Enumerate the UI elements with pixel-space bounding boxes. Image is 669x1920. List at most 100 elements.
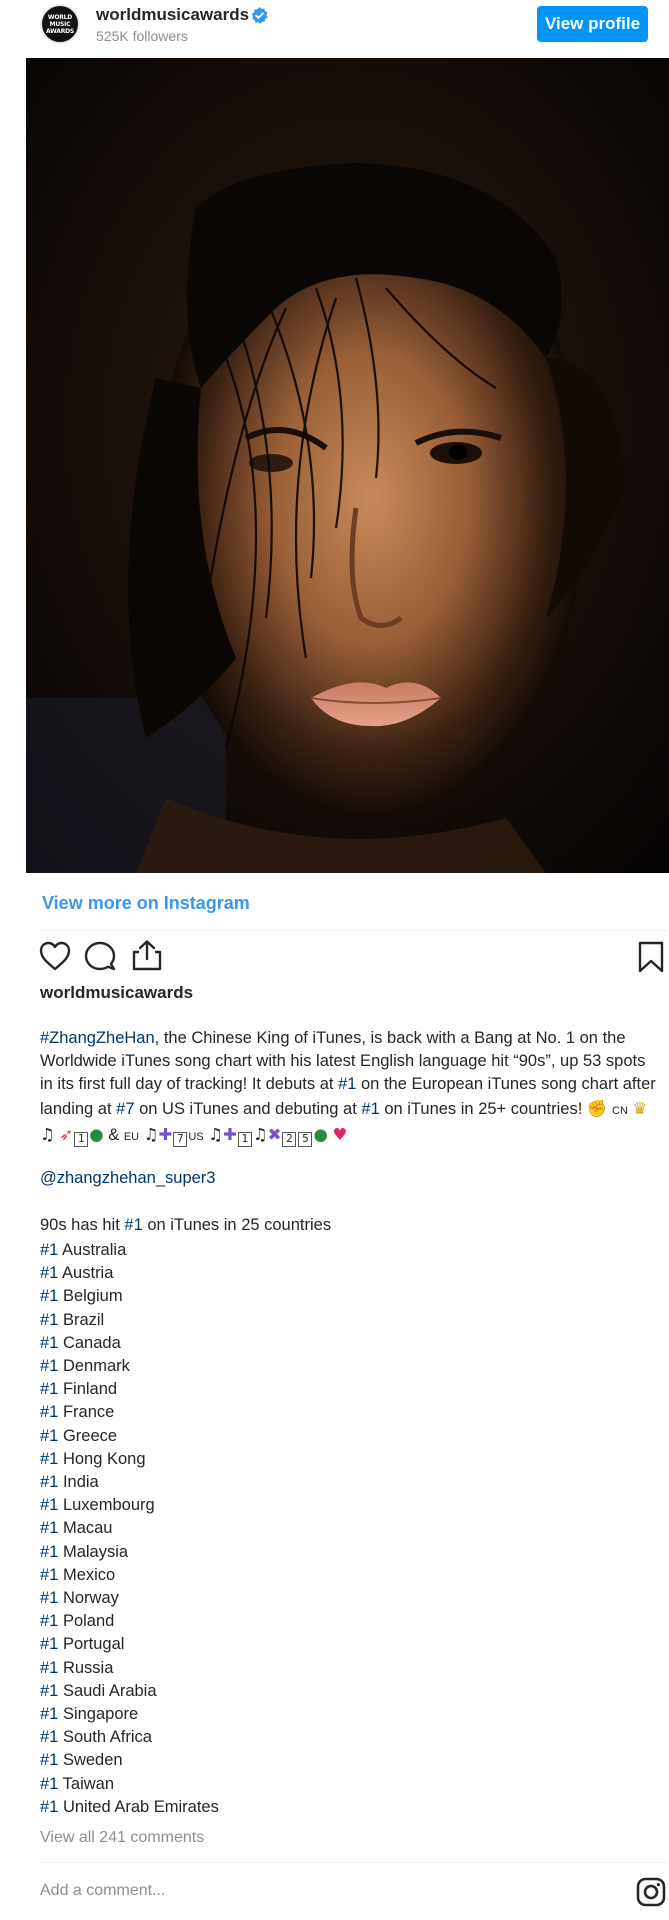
- post-caption: #ZhangZheHan, the Chinese King of iTunes…: [40, 1029, 656, 1147]
- country-name: Hong Kong: [62, 1449, 146, 1468]
- bookmark-icon[interactable]: [637, 940, 665, 974]
- country-list-item: #1 Sweden: [40, 1749, 219, 1772]
- post-photo[interactable]: [26, 58, 669, 873]
- country-name: Australia: [62, 1241, 127, 1259]
- list-intro-text: on iTunes in 25 countries: [142, 1216, 332, 1234]
- country-name: Russia: [62, 1658, 114, 1677]
- hashtag-link[interactable]: #1: [40, 1775, 58, 1793]
- country-name: India: [62, 1473, 99, 1492]
- view-profile-button[interactable]: View profile: [537, 6, 648, 42]
- country-list-item: #1 Malaysia: [40, 1541, 219, 1564]
- view-all-comments-link[interactable]: View all 241 comments: [40, 1829, 204, 1847]
- caption-text: on US iTunes and debuting at: [134, 1099, 362, 1118]
- list-intro-text: 90s has hit: [40, 1216, 125, 1234]
- hashtag-link[interactable]: #1: [40, 1311, 58, 1329]
- avatar-text-line: AWARDS: [45, 27, 75, 35]
- country-list-item: #1 Singapore: [40, 1703, 219, 1726]
- hashtag-link[interactable]: #1: [40, 1287, 58, 1305]
- hashtag-link[interactable]: #1: [40, 1543, 58, 1561]
- follower-count: 525K followers: [96, 28, 188, 44]
- hashtag-link[interactable]: #1: [40, 1334, 58, 1352]
- country-name: Malaysia: [62, 1542, 129, 1561]
- keycap-emoji: 1: [237, 1131, 252, 1147]
- comment-icon[interactable]: [83, 940, 117, 972]
- hashtag-link[interactable]: #1: [40, 1264, 58, 1282]
- hashtag-link[interactable]: #1: [338, 1075, 356, 1093]
- hashtag-link[interactable]: #1: [40, 1496, 58, 1514]
- country-list-item: #1 Poland: [40, 1610, 219, 1633]
- hashtag-link[interactable]: #1: [40, 1357, 58, 1375]
- country-name: Singapore: [62, 1705, 139, 1724]
- hashtag-link[interactable]: #1: [40, 1612, 58, 1630]
- add-comment-input[interactable]: Add a comment...: [40, 1882, 165, 1900]
- hashtag-link[interactable]: #1: [40, 1473, 58, 1491]
- heart-icon[interactable]: [38, 940, 72, 972]
- instagram-logo-icon[interactable]: [636, 1877, 666, 1907]
- country-name: Sweden: [62, 1751, 123, 1770]
- hashtag-link[interactable]: #1: [40, 1519, 58, 1537]
- country-name: Denmark: [62, 1357, 130, 1376]
- country-name: Norway: [62, 1589, 119, 1608]
- music-note-emoji: ♫: [252, 1124, 268, 1144]
- country-list-item: #1 Luxembourg: [40, 1494, 219, 1517]
- eu-flag-emoji: EU: [123, 1130, 140, 1143]
- country-list-item: #1 Australia: [40, 1239, 219, 1262]
- hashtag-link[interactable]: #1: [40, 1380, 58, 1398]
- profile-username[interactable]: worldmusicawards: [96, 5, 249, 25]
- instagram-embed: WORLD MUSIC AWARDS worldmusicawards 525K…: [0, 0, 669, 1920]
- country-name: Greece: [62, 1426, 118, 1445]
- country-name: Macau: [62, 1519, 113, 1538]
- country-list-item: #1 Finland: [40, 1378, 219, 1401]
- country-list-item: #1 United Arab Emirates: [40, 1796, 219, 1819]
- country-list-item: #1 Norway: [40, 1587, 219, 1610]
- country-list-item: #1 Brazil: [40, 1309, 219, 1332]
- share-icon[interactable]: [130, 938, 164, 972]
- plus-emoji: ✚: [222, 1124, 237, 1144]
- country-name: Poland: [62, 1612, 115, 1631]
- verified-badge-icon: [251, 7, 268, 24]
- hashtag-link[interactable]: #1: [40, 1682, 58, 1700]
- hashtag-link[interactable]: #1: [40, 1798, 58, 1816]
- country-list-item: #1 Belgium: [40, 1285, 219, 1308]
- music-note-emoji: ♫: [40, 1124, 55, 1144]
- hashtag-link[interactable]: #ZhangZheHan: [40, 1029, 155, 1047]
- hashtag-link[interactable]: #1: [40, 1751, 58, 1769]
- rocket-emoji: ➶: [59, 1124, 74, 1144]
- hashtag-link[interactable]: #1: [40, 1659, 58, 1677]
- keycap-emoji: 1: [74, 1131, 89, 1147]
- avatar[interactable]: WORLD MUSIC AWARDS: [40, 4, 80, 44]
- hashtag-link[interactable]: #7: [116, 1100, 134, 1118]
- country-name: Portugal: [62, 1635, 125, 1654]
- mention-link[interactable]: @zhangzhehan_super3: [40, 1169, 215, 1188]
- crown-emoji: ♛: [632, 1098, 648, 1118]
- post-username[interactable]: worldmusicawards: [40, 983, 193, 1003]
- hashtag-link[interactable]: #1: [361, 1100, 379, 1118]
- hashtag-link[interactable]: #1: [40, 1427, 58, 1445]
- country-name: Saudi Arabia: [62, 1681, 157, 1700]
- flexed-biceps-emoji: ✊: [586, 1098, 608, 1118]
- country-list-item: #1 Austria: [40, 1262, 219, 1285]
- hashtag-link[interactable]: #1: [40, 1241, 58, 1259]
- us-flag-emoji: US: [188, 1130, 204, 1143]
- country-name: Mexico: [62, 1565, 116, 1584]
- hashtag-link[interactable]: #1: [40, 1705, 58, 1723]
- heart-emoji: ♥: [332, 1124, 348, 1144]
- list-intro: 90s has hit #1 on iTunes in 25 countries: [40, 1216, 331, 1235]
- hashtag-link[interactable]: #1: [40, 1450, 58, 1468]
- hashtag-link[interactable]: #1: [40, 1403, 58, 1421]
- hashtag-link[interactable]: #1: [124, 1216, 142, 1234]
- globe-emoji: ●: [313, 1124, 328, 1144]
- country-list-item: #1 Portugal: [40, 1633, 219, 1656]
- music-note-emoji: ♫: [208, 1124, 223, 1144]
- country-list-item: #1 Greece: [40, 1425, 219, 1448]
- country-name: Taiwan: [62, 1774, 115, 1793]
- view-more-on-instagram-link[interactable]: View more on Instagram: [42, 893, 250, 914]
- hashtag-link[interactable]: #1: [40, 1589, 58, 1607]
- country-list-item: #1 Macau: [40, 1517, 219, 1540]
- hashtag-link[interactable]: #1: [40, 1566, 58, 1584]
- plus-emoji: ✚: [158, 1124, 173, 1144]
- hashtag-link[interactable]: #1: [40, 1728, 58, 1746]
- hashtag-link[interactable]: #1: [40, 1635, 58, 1653]
- country-name: France: [62, 1403, 115, 1422]
- divider: [40, 1862, 668, 1863]
